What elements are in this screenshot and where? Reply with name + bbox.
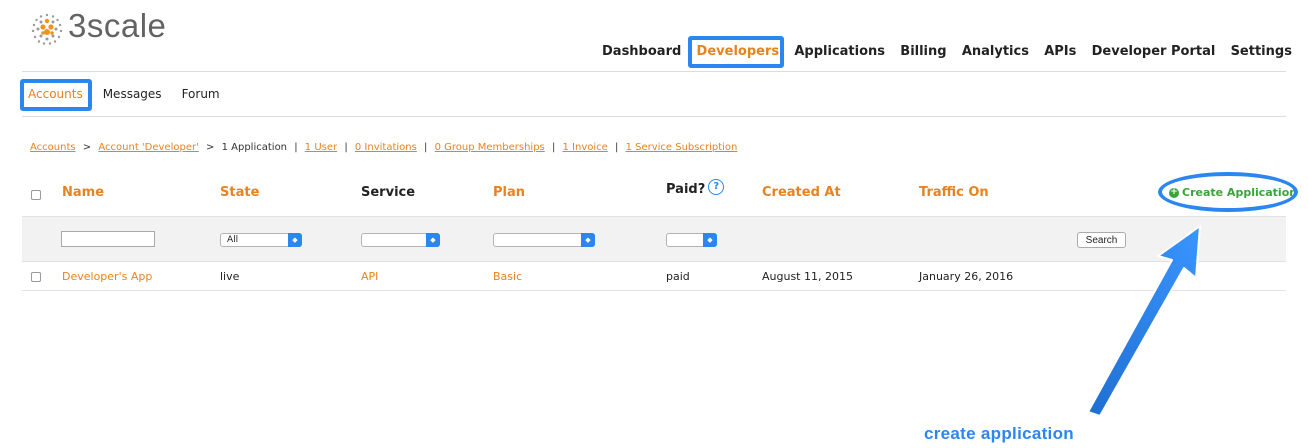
header-name[interactable]: Name [62,185,104,200]
breadcrumb-service-subscription-link[interactable]: 1 Service Subscription [626,142,738,153]
header-traffic-on[interactable]: Traffic On [919,185,989,200]
state-filter-value: All [227,235,239,245]
row-checkbox[interactable] [31,272,41,282]
app-name-link[interactable]: Developer's App [62,270,152,283]
logo[interactable]: 3scale [30,7,167,48]
select-arrows-icon: ◆ [581,233,595,247]
sub-divider [22,116,1286,117]
nav-developer-portal[interactable]: Developer Portal [1090,44,1218,59]
help-icon[interactable]: ? [708,178,725,195]
annotation-label: create application [924,424,1074,443]
highlight-developers-box [688,36,784,68]
header-paid-label: Paid? [666,182,706,197]
highlight-create-ellipse [1158,172,1298,212]
breadcrumb-users-link[interactable]: 1 User [305,142,337,153]
plan-filter-select[interactable]: ◆ [493,233,595,247]
nav-settings[interactable]: Settings [1229,44,1294,59]
select-arrows-icon: ◆ [426,233,440,247]
logo-mark-icon [31,13,63,45]
select-all-checkbox[interactable] [31,190,41,200]
app-created-at: August 11, 2015 [762,270,853,283]
breadcrumb-separator: | [294,142,298,153]
breadcrumb-arrow: > [82,142,92,153]
select-arrows-icon: ◆ [288,233,302,247]
breadcrumb-separator: | [615,142,619,153]
header-state[interactable]: State [220,185,259,200]
header-plan[interactable]: Plan [493,185,525,200]
breadcrumb-separator: | [344,142,348,153]
subnav-forum[interactable]: Forum [182,87,220,101]
nav-dashboard[interactable]: Dashboard [600,44,683,59]
name-filter-input[interactable] [61,231,155,247]
breadcrumb-separator: | [551,142,556,153]
app-paid: paid [666,270,690,283]
app-service-link[interactable]: API [361,270,378,283]
app-plan-link[interactable]: Basic [493,270,522,283]
header-service: Service [361,185,416,200]
nav-billing[interactable]: Billing [898,44,948,59]
breadcrumb-invoice-link[interactable]: 1 Invoice [563,142,608,153]
state-filter-select[interactable]: All ◆ [220,233,302,247]
breadcrumb-invitations-link[interactable]: 0 Invitations [355,142,417,153]
app-traffic-on: January 26, 2016 [919,270,1014,283]
annotation-arrow-icon [1087,225,1201,417]
highlight-accounts-box [20,79,92,111]
paid-filter-select[interactable]: ◆ [666,233,717,247]
breadcrumb-accounts-link[interactable]: Accounts [30,142,76,153]
nav-applications[interactable]: Applications [792,44,887,59]
select-arrows-icon: ◆ [703,233,717,247]
header-paid: Paid?? [666,178,725,199]
breadcrumb: Accounts > Account 'Developer' > 1 Appli… [30,142,737,153]
breadcrumb-arrow: > [206,142,215,153]
header-created-at[interactable]: Created At [762,185,841,200]
breadcrumb-separator: | [424,142,428,153]
table-divider [22,216,1286,217]
app-state: live [220,270,240,283]
nav-analytics[interactable]: Analytics [960,44,1031,59]
top-divider [22,71,1286,72]
logo-text: 3scale [68,7,167,44]
service-filter-select[interactable]: ◆ [361,233,440,247]
breadcrumb-account-link[interactable]: Account 'Developer' [98,142,198,153]
nav-apis[interactable]: APIs [1042,44,1078,59]
breadcrumb-current: 1 Application [221,142,288,153]
breadcrumb-group-memberships-link[interactable]: 0 Group Memberships [435,142,545,153]
subnav-messages[interactable]: Messages [103,87,162,101]
